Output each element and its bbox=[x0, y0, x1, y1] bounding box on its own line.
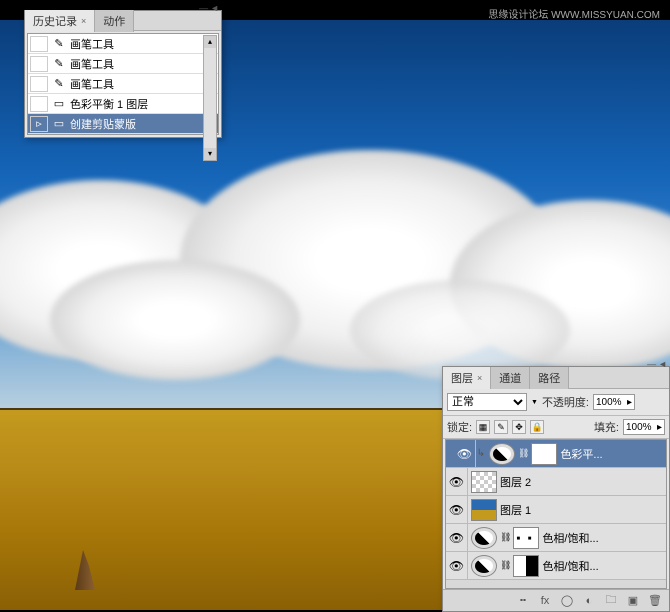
history-snapshot-cell[interactable] bbox=[30, 96, 48, 112]
brush-icon: ✎ bbox=[52, 37, 66, 51]
adjustment-thumb[interactable] bbox=[471, 555, 497, 577]
layer-mask-thumb[interactable] bbox=[531, 443, 557, 465]
layers-list: 👁 ↳ ⛓ 色彩平... 👁 图层 2 👁 图层 1 👁 ⛓ 色相/饱和... … bbox=[445, 439, 667, 589]
opacity-value[interactable]: 100%▸ bbox=[593, 394, 635, 410]
scroll-up-icon[interactable]: ▴ bbox=[204, 36, 216, 48]
tab-paths-label: 路径 bbox=[538, 370, 560, 386]
layer-name[interactable]: 色彩平... bbox=[560, 446, 666, 462]
layer-mask-thumb[interactable] bbox=[513, 527, 539, 549]
new-layer-icon[interactable]: ▣ bbox=[625, 593, 641, 609]
layer-thumb[interactable] bbox=[471, 471, 497, 493]
layer-item[interactable]: 👁 图层 2 bbox=[446, 468, 666, 496]
history-item[interactable]: ▭ 色彩平衡 1 图层 bbox=[28, 94, 218, 114]
layer-name[interactable]: 图层 2 bbox=[500, 474, 666, 490]
layer-name[interactable]: 色相/饱和... bbox=[542, 530, 666, 546]
lock-all-icon[interactable]: 🔒 bbox=[530, 420, 544, 434]
tab-channels[interactable]: 通道 bbox=[491, 367, 530, 389]
history-panel-header: 历史记录 × 动作 bbox=[25, 11, 221, 31]
layer-name[interactable]: 色相/饱和... bbox=[542, 558, 666, 574]
layer-item[interactable]: 👁 图层 1 bbox=[446, 496, 666, 524]
tab-close-icon[interactable]: × bbox=[477, 373, 482, 383]
adjustment-thumb[interactable] bbox=[489, 443, 515, 465]
watermark-text: 思缘设计论坛 WWW.MISSYUAN.COM bbox=[488, 6, 660, 21]
layer-name[interactable]: 图层 1 bbox=[500, 502, 666, 518]
tab-history-label: 历史记录 bbox=[33, 13, 77, 29]
tab-paths[interactable]: 路径 bbox=[530, 367, 569, 389]
history-item-label: 画笔工具 bbox=[70, 76, 114, 92]
layer-thumb[interactable] bbox=[471, 499, 497, 521]
visibility-toggle[interactable]: 👁 bbox=[446, 496, 468, 523]
layers-panel-header: 图层 × 通道 路径 bbox=[443, 367, 669, 389]
history-item-label: 色彩平衡 1 图层 bbox=[70, 96, 148, 112]
link-layers-icon[interactable]: ⬝⬝ bbox=[515, 593, 531, 609]
tab-layers[interactable]: 图层 × bbox=[443, 367, 491, 389]
history-item[interactable]: ✎ 画笔工具 bbox=[28, 74, 218, 94]
clip-indicator-icon: ↳ bbox=[476, 448, 486, 459]
fill-label: 填充: bbox=[594, 419, 619, 435]
tab-close-icon[interactable]: × bbox=[81, 16, 86, 26]
new-group-icon[interactable]: 🗀 bbox=[603, 593, 619, 609]
layer-item[interactable]: 👁 ⛓ 色相/饱和... bbox=[446, 552, 666, 580]
delete-layer-icon[interactable]: 🗑 bbox=[647, 593, 663, 609]
chevron-right-icon[interactable]: ▸ bbox=[657, 422, 662, 433]
scroll-down-icon[interactable]: ▾ bbox=[204, 148, 216, 160]
adjustment-layer-icon[interactable]: ◐ bbox=[581, 593, 597, 609]
lock-pixels-icon[interactable]: ✎ bbox=[494, 420, 508, 434]
visibility-toggle[interactable]: 👁 bbox=[446, 524, 468, 551]
layer-mask-thumb[interactable] bbox=[513, 555, 539, 577]
add-mask-icon[interactable]: ◯ bbox=[559, 593, 575, 609]
history-item[interactable]: ▹ ▭ 创建剪贴蒙版 bbox=[28, 114, 218, 134]
lock-position-icon[interactable]: ✥ bbox=[512, 420, 526, 434]
blend-mode-select[interactable]: 正常 bbox=[447, 393, 527, 411]
tab-layers-label: 图层 bbox=[451, 370, 473, 386]
layer-item[interactable]: 👁 ⛓ 色相/饱和... bbox=[446, 524, 666, 552]
history-panel: — ◄ 历史记录 × 动作 ✎ 画笔工具 ✎ 画笔工具 ✎ 画笔工具 ▭ bbox=[24, 10, 222, 138]
history-item-label: 画笔工具 bbox=[70, 36, 114, 52]
layer-icon: ▭ bbox=[52, 117, 66, 131]
link-icon[interactable]: ⛓ bbox=[500, 532, 511, 543]
history-item[interactable]: ✎ 画笔工具 bbox=[28, 34, 218, 54]
lock-transparency-icon[interactable]: ▦ bbox=[476, 420, 490, 434]
brush-icon: ✎ bbox=[52, 77, 66, 91]
link-icon[interactable]: ⛓ bbox=[518, 448, 529, 459]
brush-icon: ✎ bbox=[52, 57, 66, 71]
layer-icon: ▭ bbox=[52, 97, 66, 111]
history-snapshot-cell[interactable] bbox=[30, 36, 48, 52]
chevron-down-icon: ▼ bbox=[531, 399, 538, 406]
visibility-toggle[interactable]: 👁 bbox=[454, 440, 476, 467]
history-item-label: 创建剪贴蒙版 bbox=[70, 116, 136, 132]
history-item-label: 画笔工具 bbox=[70, 56, 114, 72]
tab-actions[interactable]: 动作 bbox=[95, 10, 134, 32]
tab-channels-label: 通道 bbox=[499, 370, 521, 386]
history-scrollbar[interactable]: ▴ ▾ bbox=[203, 35, 217, 161]
visibility-toggle[interactable]: 👁 bbox=[446, 552, 468, 579]
layers-footer: ⬝⬝ fx ◯ ◐ 🗀 ▣ 🗑 bbox=[443, 589, 669, 611]
visibility-toggle[interactable]: 👁 bbox=[446, 468, 468, 495]
tab-history[interactable]: 历史记录 × bbox=[25, 10, 95, 32]
history-snapshot-cell[interactable] bbox=[30, 76, 48, 92]
adjustment-thumb[interactable] bbox=[471, 527, 497, 549]
history-list: ✎ 画笔工具 ✎ 画笔工具 ✎ 画笔工具 ▭ 色彩平衡 1 图层 ▹ ▭ 创建剪… bbox=[27, 33, 219, 135]
tab-actions-label: 动作 bbox=[103, 13, 125, 29]
chevron-right-icon[interactable]: ▸ bbox=[627, 397, 632, 408]
fill-value[interactable]: 100%▸ bbox=[623, 419, 665, 435]
layer-item[interactable]: 👁 ↳ ⛓ 色彩平... bbox=[446, 440, 666, 468]
history-snapshot-cell[interactable]: ▹ bbox=[30, 116, 48, 132]
opacity-label: 不透明度: bbox=[542, 394, 589, 410]
fx-icon[interactable]: fx bbox=[537, 593, 553, 609]
layer-blend-row: 正常 ▼ 不透明度: 100%▸ bbox=[443, 389, 669, 416]
layers-panel: — ◄ 图层 × 通道 路径 正常 ▼ 不透明度: 100%▸ 锁定: ▦ ✎ … bbox=[442, 366, 670, 612]
history-item[interactable]: ✎ 画笔工具 bbox=[28, 54, 218, 74]
layer-lock-row: 锁定: ▦ ✎ ✥ 🔒 填充: 100%▸ bbox=[443, 416, 669, 439]
history-snapshot-cell[interactable] bbox=[30, 56, 48, 72]
link-icon[interactable]: ⛓ bbox=[500, 560, 511, 571]
lock-label: 锁定: bbox=[447, 419, 472, 435]
